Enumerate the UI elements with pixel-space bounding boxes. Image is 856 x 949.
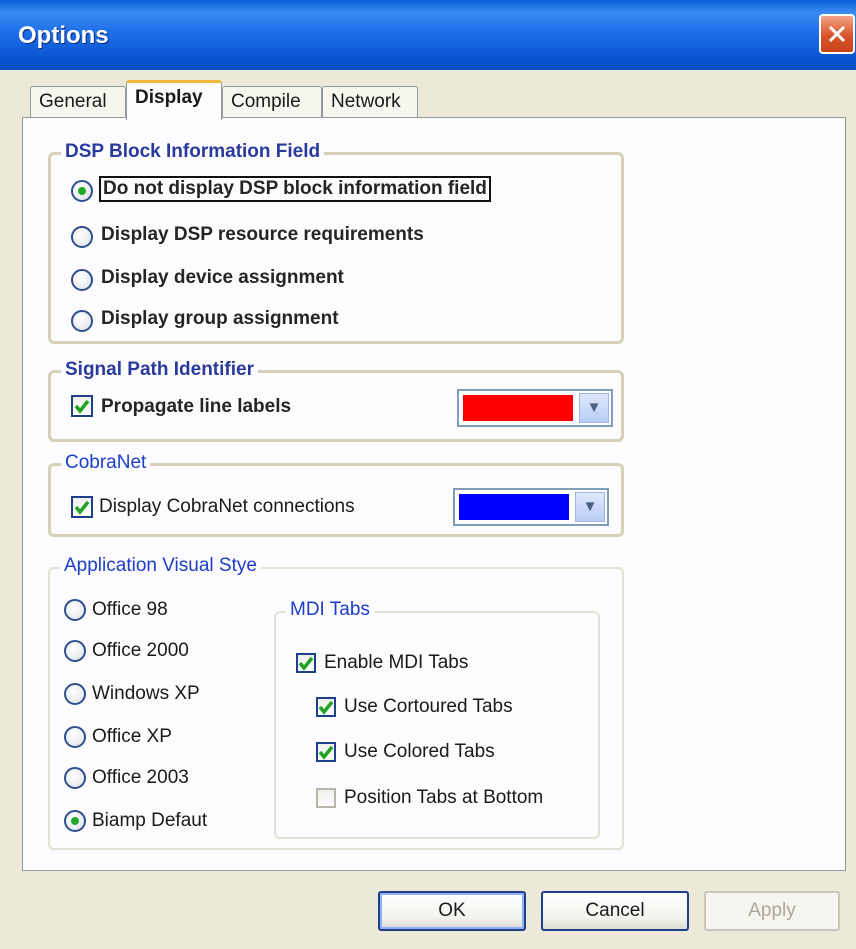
signal-path-group: Signal Path Identifier Propagate line la… (48, 359, 624, 442)
radio-dsp-group-label[interactable]: Display group assignment (101, 308, 339, 330)
tab-display[interactable]: Display (126, 80, 222, 120)
propagate-line-labels-label[interactable]: Propagate line labels (101, 396, 291, 418)
use-colored-tabs-label[interactable]: Use Colored Tabs (344, 741, 495, 763)
use-contoured-tabs-label[interactable]: Use Cortoured Tabs (344, 696, 513, 718)
dsp-group-title: DSP Block Information Field (61, 141, 325, 163)
radio-office-2000[interactable] (64, 640, 86, 662)
radio-office-98[interactable] (64, 599, 86, 621)
cobranet-color-swatch (459, 494, 569, 520)
display-tab-panel: DSP Block Information Field Do not displ… (22, 117, 846, 871)
use-colored-tabs-checkbox[interactable] (316, 742, 336, 762)
radio-office-xp-label[interactable]: Office XP (92, 726, 172, 748)
line-label-color-picker[interactable]: ▼ (457, 389, 613, 427)
radio-office-98-label[interactable]: Office 98 (92, 599, 168, 621)
radio-biamp-default-label[interactable]: Biamp Defaut (92, 810, 207, 832)
radio-dsp-group[interactable] (71, 310, 93, 332)
radio-dsp-device[interactable] (71, 269, 93, 291)
cancel-button[interactable]: Cancel (541, 891, 689, 931)
mdi-tabs-group-title: MDI Tabs (286, 599, 374, 621)
signal-group-title: Signal Path Identifier (61, 359, 258, 381)
visual-style-group-title: Application Visual Stye (60, 555, 261, 577)
mdi-tabs-group: MDI Tabs Enable MDI Tabs Use Cortoured T… (274, 599, 600, 839)
chevron-down-icon[interactable]: ▼ (579, 393, 609, 423)
radio-windows-xp-label[interactable]: Windows XP (92, 683, 200, 705)
display-cobranet-label[interactable]: Display CobraNet connections (99, 496, 355, 518)
cobranet-group: CobraNet Display CobraNet connections ▼ (48, 452, 624, 537)
enable-mdi-tabs-label[interactable]: Enable MDI Tabs (324, 652, 468, 674)
tab-network[interactable]: Network (322, 86, 418, 118)
checkmark-icon (74, 399, 90, 414)
radio-dsp-resource-label[interactable]: Display DSP resource requirements (101, 224, 424, 246)
cobranet-color-picker[interactable]: ▼ (453, 488, 609, 526)
visual-style-group: Application Visual Stye Office 98 Office… (48, 555, 624, 850)
checkmark-icon (298, 656, 314, 671)
radio-dsp-none-label[interactable]: Do not display DSP block information fie… (99, 176, 491, 202)
chevron-down-icon[interactable]: ▼ (575, 492, 605, 522)
enable-mdi-tabs-checkbox[interactable] (296, 653, 316, 673)
position-tabs-bottom-label[interactable]: Position Tabs at Bottom (344, 787, 543, 809)
radio-office-2003-label[interactable]: Office 2003 (92, 767, 189, 789)
radio-office-xp[interactable] (64, 726, 86, 748)
close-button[interactable] (819, 14, 855, 54)
checkmark-icon (74, 500, 90, 515)
close-icon (828, 25, 846, 43)
tab-compile[interactable]: Compile (222, 86, 322, 118)
dsp-block-info-group: DSP Block Information Field Do not displ… (48, 141, 624, 344)
radio-office-2000-label[interactable]: Office 2000 (92, 640, 189, 662)
display-cobranet-checkbox[interactable] (71, 496, 93, 518)
title-bar[interactable]: Options (0, 0, 856, 70)
position-tabs-bottom-checkbox[interactable] (316, 788, 336, 808)
options-dialog: Options General Display Compile Network … (0, 0, 856, 949)
radio-dsp-device-label[interactable]: Display device assignment (101, 267, 344, 289)
radio-dsp-none[interactable] (71, 180, 93, 202)
ok-button[interactable]: OK (378, 891, 526, 931)
cobranet-group-title: CobraNet (61, 452, 151, 474)
tab-general[interactable]: General (30, 86, 126, 118)
window-title: Options (18, 22, 109, 49)
line-label-color-swatch (463, 395, 573, 421)
radio-dsp-resource[interactable] (71, 226, 93, 248)
use-contoured-tabs-checkbox[interactable] (316, 697, 336, 717)
radio-office-2003[interactable] (64, 767, 86, 789)
checkmark-icon (318, 745, 334, 760)
apply-button[interactable]: Apply (704, 891, 840, 931)
radio-biamp-default[interactable] (64, 810, 86, 832)
propagate-line-labels-checkbox[interactable] (71, 395, 93, 417)
radio-windows-xp[interactable] (64, 683, 86, 705)
checkmark-icon (318, 700, 334, 715)
